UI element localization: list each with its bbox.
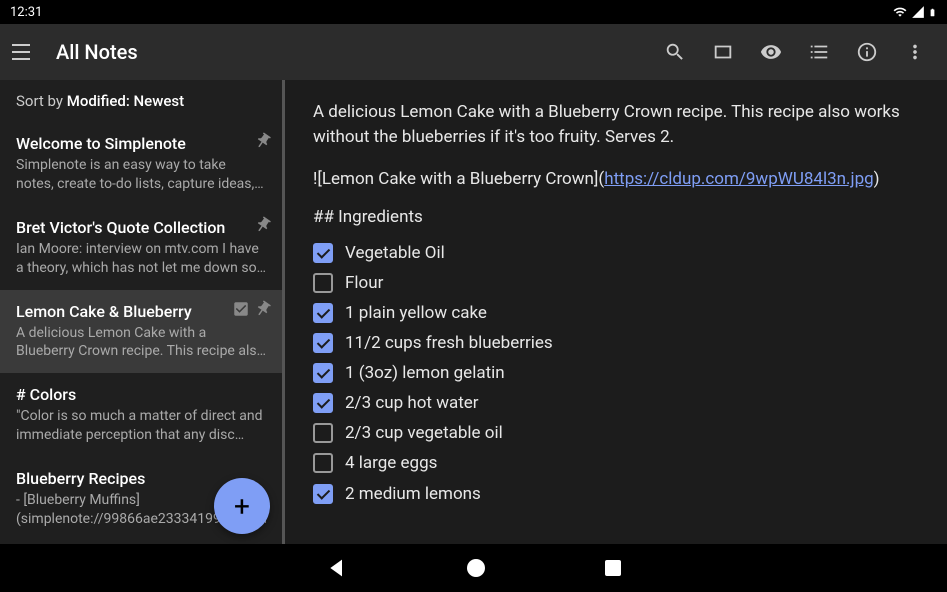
ingredient-item[interactable]: 11/2 cups fresh blueberries — [313, 333, 917, 353]
app-bar: All Notes — [0, 24, 947, 80]
new-note-fab[interactable]: + — [214, 478, 270, 534]
wifi-icon — [892, 5, 908, 19]
ingredient-item[interactable]: 4 large eggs — [313, 453, 917, 473]
ingredient-item[interactable]: Flour — [313, 273, 917, 293]
ingredient-item[interactable]: 1 (3oz) lemon gelatin — [313, 363, 917, 383]
ingredient-checkbox[interactable] — [313, 273, 333, 293]
preview-button[interactable] — [759, 40, 783, 64]
note-list-item[interactable]: Lemon Cake & Blueberry A delicious Lemon… — [0, 290, 282, 374]
note-item-preview: A delicious Lemon Cake with a Blueberry … — [16, 324, 266, 362]
sort-value: Modified: Newest — [67, 92, 184, 110]
note-item-title: Bret Victor's Quote Collection — [16, 218, 266, 237]
ingredient-item[interactable]: 1 plain yellow cake — [313, 303, 917, 323]
signal-icon — [911, 5, 925, 19]
home-button[interactable] — [467, 559, 485, 577]
note-intro: A delicious Lemon Cake with a Blueberry … — [313, 100, 917, 149]
ingredient-label: Vegetable Oil — [345, 243, 445, 263]
ingredient-label: 1 (3oz) lemon gelatin — [345, 363, 505, 383]
ingredient-checkbox[interactable] — [313, 243, 333, 263]
note-list-item[interactable]: Welcome to Simplenote Simplenote is an e… — [0, 122, 282, 206]
ingredient-label: 2/3 cup hot water — [345, 393, 479, 413]
ingredient-label: 2/3 cup vegetable oil — [345, 423, 503, 443]
system-nav-bar — [0, 544, 947, 592]
overflow-button[interactable] — [903, 40, 927, 64]
ingredient-label: 4 large eggs — [345, 453, 437, 473]
ingredient-checkbox[interactable] — [313, 453, 333, 473]
ingredient-label: Flour — [345, 273, 383, 293]
ingredient-checkbox[interactable] — [313, 303, 333, 323]
recents-button[interactable] — [605, 560, 621, 576]
search-button[interactable] — [663, 40, 687, 64]
ingredient-item[interactable]: Vegetable Oil — [313, 243, 917, 263]
note-list-item[interactable]: Bret Victor's Quote Collection Ian Moore… — [0, 206, 282, 290]
info-button[interactable] — [855, 40, 879, 64]
note-item-title: # Colors — [16, 385, 266, 404]
note-list-sidebar[interactable]: Sort by Modified: Newest Welcome to Simp… — [0, 80, 285, 544]
note-item-preview: Ian Moore: interview on mtv.com I have a… — [16, 240, 266, 278]
ingredient-item[interactable]: 2 medium lemons — [313, 483, 917, 505]
menu-button[interactable] — [12, 40, 36, 64]
note-image-link: ![Lemon Cake with a Blueberry Crown](htt… — [313, 169, 917, 189]
note-item-icons — [254, 216, 272, 234]
note-item-preview: "Color is so much a matter of direct and… — [16, 407, 266, 445]
note-editor[interactable]: A delicious Lemon Cake with a Blueberry … — [285, 80, 947, 544]
sort-bar[interactable]: Sort by Modified: Newest — [0, 80, 282, 122]
ingredient-checkbox[interactable] — [313, 393, 333, 413]
battery-icon — [928, 5, 937, 20]
ingredient-checkbox[interactable] — [313, 484, 333, 504]
image-url-link[interactable]: https://cldup.com/9wpWU84l3n.jpg — [604, 169, 873, 189]
ingredient-checkbox[interactable] — [313, 333, 333, 353]
ingredients-list: Vegetable Oil Flour 1 plain yellow cake … — [313, 243, 917, 505]
layout-button[interactable] — [711, 40, 735, 64]
ingredient-checkbox[interactable] — [313, 423, 333, 443]
note-item-title: Lemon Cake & Blueberry — [16, 302, 266, 321]
status-time: 12:31 — [10, 5, 42, 20]
note-item-preview: Simplenote is an easy way to take notes,… — [16, 156, 266, 194]
sort-prefix: Sort by — [16, 92, 67, 110]
note-item-icons — [232, 300, 272, 318]
note-item-title: Welcome to Simplenote — [16, 134, 266, 153]
status-bar: 12:31 — [0, 0, 947, 24]
ingredient-label: 1 plain yellow cake — [345, 303, 487, 323]
note-item-icons — [254, 132, 272, 150]
ingredient-item[interactable]: 2/3 cup hot water — [313, 393, 917, 413]
app-title: All Notes — [56, 40, 663, 64]
note-list-item[interactable]: # Colors "Color is so much a matter of d… — [0, 373, 282, 457]
ingredient-item[interactable]: 2/3 cup vegetable oil — [313, 423, 917, 443]
ingredient-label: 2 medium lemons — [345, 484, 481, 504]
ingredients-heading: ## Ingredients — [313, 207, 917, 227]
status-icons — [892, 5, 937, 20]
ingredient-checkbox[interactable] — [313, 363, 333, 383]
checklist-button[interactable] — [807, 40, 831, 64]
back-button[interactable] — [327, 558, 347, 578]
ingredient-label: 11/2 cups fresh blueberries — [345, 333, 553, 353]
